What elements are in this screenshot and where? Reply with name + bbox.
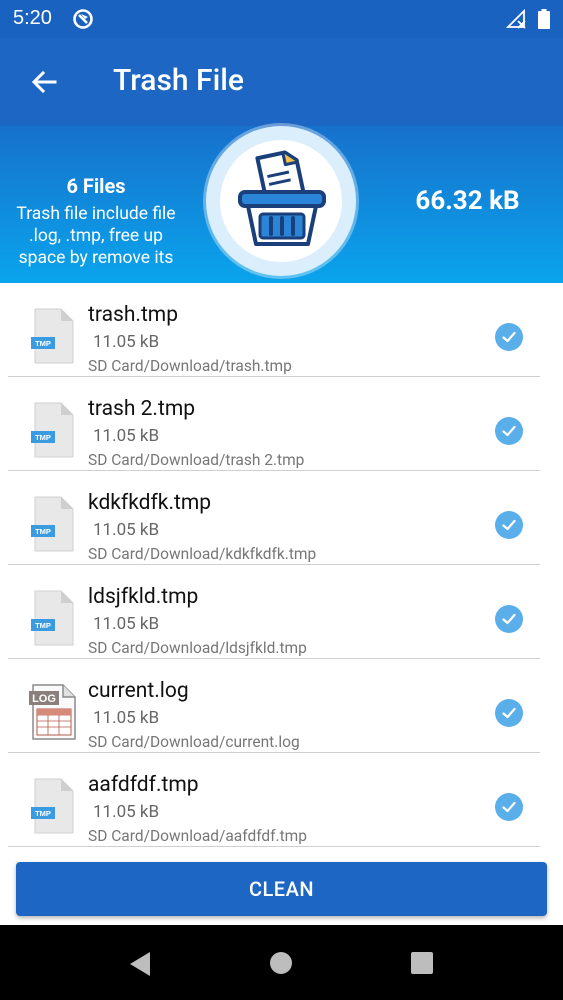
- file-name: current.log: [88, 679, 189, 703]
- file-size: 11.05 kB: [93, 426, 160, 446]
- checkbox-checked-icon[interactable]: [495, 699, 523, 727]
- status-time: 5:20: [13, 7, 52, 29]
- file-name: aafdfdf.tmp: [88, 773, 199, 797]
- nav-home-icon[interactable]: [270, 952, 292, 974]
- file-name: ldsjfkld.tmp: [88, 585, 199, 609]
- file-list-item[interactable]: TMP aafdfdf.tmp 11.05 kB SD Card/Downloa…: [0, 753, 563, 847]
- app-notification-icon: [72, 8, 94, 34]
- tmp-file-type-label: TMP: [35, 339, 51, 348]
- tmp-file-icon: TMP: [31, 402, 74, 458]
- checkbox-checked-icon[interactable]: [495, 605, 523, 633]
- summary-banner: 6 Files Trash file include file .log, .t…: [0, 126, 563, 283]
- checkmark-icon: [502, 801, 516, 813]
- trash-basket-icon: [238, 150, 326, 246]
- checkbox-checked-icon[interactable]: [495, 511, 523, 539]
- file-list-item[interactable]: TMP trash.tmp 11.05 kB SD Card/Download/…: [0, 283, 563, 377]
- checkmark-icon: [502, 613, 516, 625]
- files-count: 6 Files: [66, 174, 126, 198]
- checkmark-icon: [502, 519, 516, 531]
- file-path: SD Card/Download/ldsjfkld.tmp: [88, 639, 307, 657]
- tmp-file-type-label: TMP: [35, 527, 51, 536]
- file-size: 11.05 kB: [93, 614, 160, 634]
- file-path: SD Card/Download/trash.tmp: [88, 357, 292, 375]
- back-button[interactable]: [22, 60, 66, 104]
- total-size: 66.32 kB: [415, 186, 520, 216]
- checkbox-checked-icon[interactable]: [495, 417, 523, 445]
- tmp-file-icon: TMP: [31, 590, 74, 646]
- file-name: trash 2.tmp: [88, 397, 196, 421]
- nav-back-icon[interactable]: [128, 951, 152, 977]
- nav-recents-icon[interactable]: [411, 952, 433, 974]
- file-name: kdkfkdfk.tmp: [88, 491, 212, 515]
- file-path: SD Card/Download/current.log: [88, 733, 300, 751]
- arrow-left-icon: [31, 70, 57, 94]
- file-size: 11.05 kB: [93, 708, 160, 728]
- file-list-item[interactable]: TMP trash 2.tmp 11.05 kB SD Card/Downloa…: [0, 377, 563, 471]
- checkmark-icon: [502, 331, 516, 343]
- tmp-file-icon: TMP: [31, 308, 74, 364]
- tmp-file-type-label: TMP: [35, 433, 51, 442]
- app-bar: Trash File: [0, 38, 563, 126]
- file-size: 11.05 kB: [93, 332, 160, 352]
- file-name: trash.tmp: [88, 303, 179, 327]
- checkmark-icon: [502, 707, 516, 719]
- file-list-item[interactable]: TMP kdkfkdfk.tmp 11.05 kB SD Card/Downlo…: [0, 471, 563, 565]
- log-file-type-label: LOG: [32, 693, 56, 705]
- navigation-bar: [0, 925, 563, 1000]
- tmp-file-icon: TMP: [31, 496, 74, 552]
- file-size: 11.05 kB: [93, 520, 160, 540]
- checkbox-checked-icon[interactable]: [495, 793, 523, 821]
- tmp-file-type-label: TMP: [35, 809, 51, 818]
- page-title: Trash File: [113, 63, 244, 98]
- log-file-icon: LOG: [29, 684, 76, 740]
- signal-icon: [505, 8, 528, 33]
- file-list: TMP trash.tmp 11.05 kB SD Card/Download/…: [0, 283, 563, 847]
- clean-button[interactable]: CLEAN: [16, 862, 547, 916]
- checkbox-checked-icon[interactable]: [495, 323, 523, 351]
- file-list-item[interactable]: TMP ldsjfkld.tmp 11.05 kB SD Card/Downlo…: [0, 565, 563, 659]
- divider: [8, 846, 540, 847]
- status-bar: 5:20: [0, 0, 563, 38]
- file-size: 11.05 kB: [93, 802, 160, 822]
- files-description: Trash file include file .log, .tmp, free…: [16, 204, 176, 268]
- file-path: SD Card/Download/kdkfkdfk.tmp: [88, 545, 317, 563]
- checkmark-icon: [502, 425, 516, 437]
- file-path: SD Card/Download/aafdfdf.tmp: [88, 827, 307, 845]
- tmp-file-type-label: TMP: [35, 621, 51, 630]
- file-list-item[interactable]: LOG current.log 11.05 kB SD Card/Downloa…: [0, 659, 563, 753]
- tmp-file-icon: TMP: [31, 778, 74, 834]
- file-path: SD Card/Download/trash 2.tmp: [88, 451, 305, 469]
- battery-icon: [538, 9, 550, 33]
